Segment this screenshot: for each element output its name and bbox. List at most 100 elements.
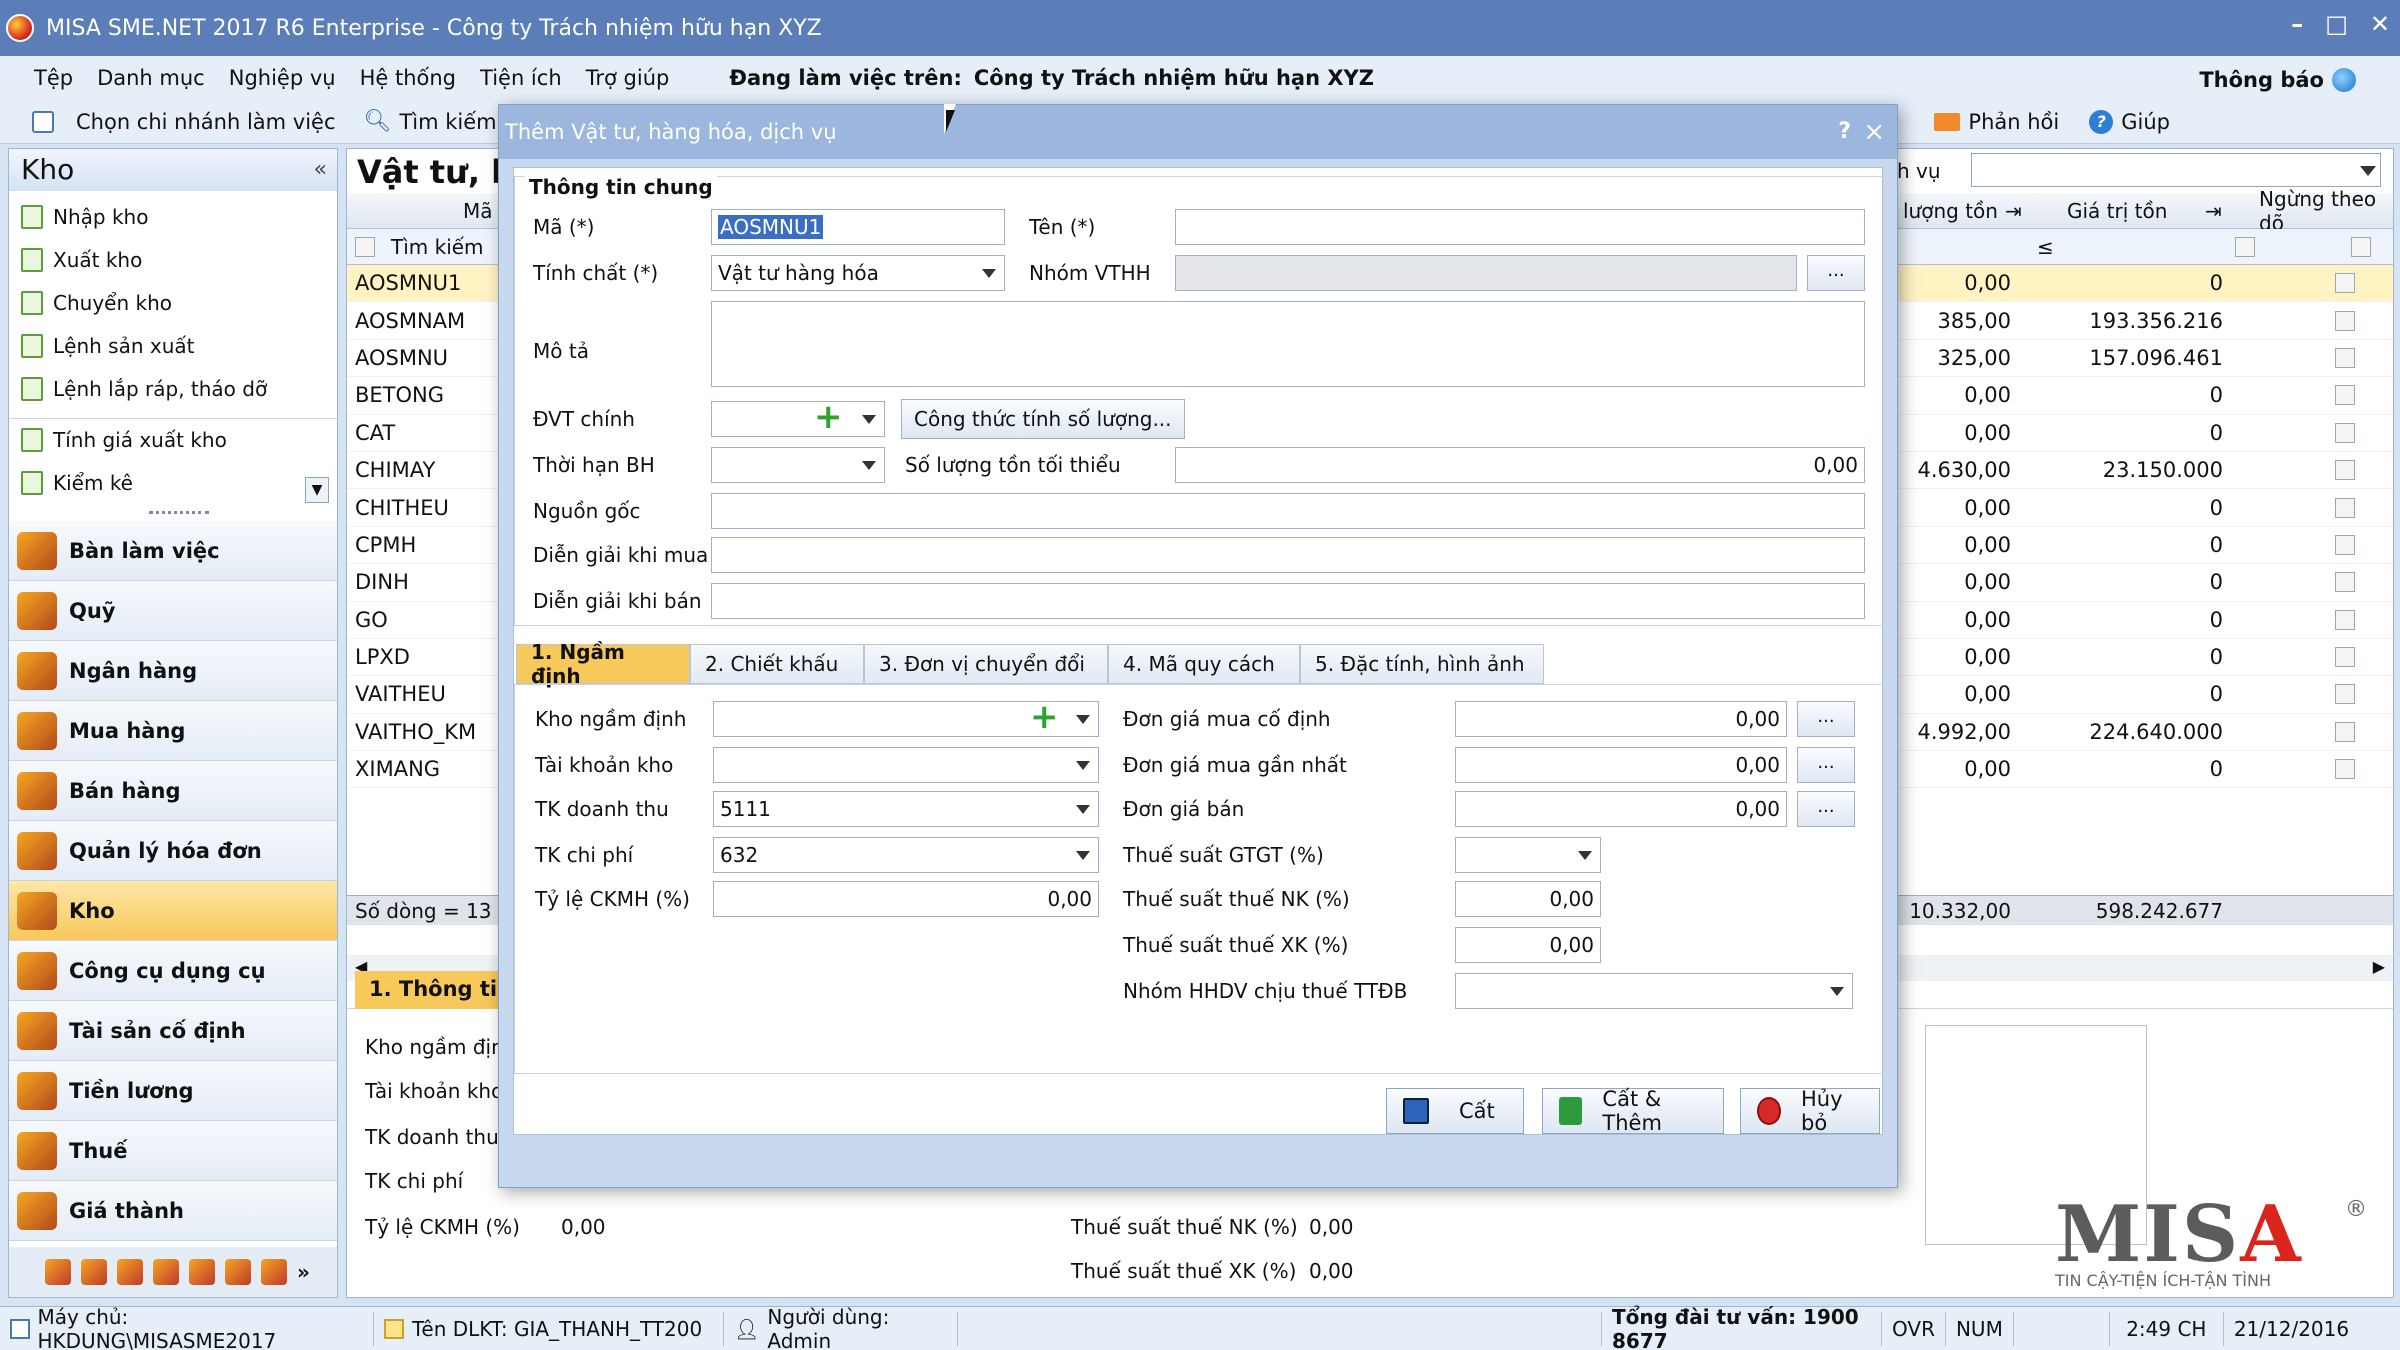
last-price-input[interactable]: 0,00 xyxy=(1455,747,1787,783)
menu-operations[interactable]: Nghiệp vụ xyxy=(217,66,348,90)
min-stock-input[interactable]: 0,00 xyxy=(1175,447,1865,483)
stop-tracking-checkbox[interactable] xyxy=(2335,572,2355,593)
le-filter[interactable]: ≤ xyxy=(2037,229,2054,264)
add-icon[interactable]: + xyxy=(814,400,843,434)
chevron-down-icon[interactable] xyxy=(1068,702,1098,736)
buy-description-input[interactable] xyxy=(711,537,1865,573)
origin-input[interactable] xyxy=(711,493,1865,529)
module-tai-san-co-dinh[interactable]: Tài sản cố định xyxy=(9,1001,337,1061)
module-ngan-hang[interactable]: Ngân hàng xyxy=(9,641,337,701)
expense-account-select[interactable]: 632 xyxy=(713,837,1099,873)
sub-item-tinh-gia[interactable]: Tính giá xuất kho xyxy=(9,418,337,461)
sub-item-lenh-lap-rap[interactable]: Lệnh lắp ráp, tháo dỡ xyxy=(9,367,337,410)
cancel-button[interactable]: Hủy bỏ xyxy=(1740,1087,1880,1135)
module-mua-hang[interactable]: Mua hàng xyxy=(9,701,337,761)
stop-tracking-checkbox[interactable] xyxy=(2335,759,2355,780)
stop-tracking-checkbox[interactable] xyxy=(2335,310,2355,331)
menu-utilities[interactable]: Tiện ích xyxy=(468,66,574,90)
sub-item-chuyen-kho[interactable]: Chuyển kho xyxy=(9,281,337,324)
stop-tracking-checkbox[interactable] xyxy=(2335,647,2355,668)
filter-checkbox[interactable] xyxy=(2351,236,2371,257)
filter-select[interactable] xyxy=(1971,153,2381,187)
help-icon[interactable]: ? xyxy=(1838,105,1851,159)
shortcut-icon[interactable] xyxy=(261,1259,287,1285)
name-input[interactable] xyxy=(1175,209,1865,245)
group-browse-button[interactable]: ... xyxy=(1807,255,1865,291)
stock-account-select[interactable] xyxy=(713,747,1099,783)
vat-select[interactable] xyxy=(1455,837,1601,873)
import-tax-input[interactable]: 0,00 xyxy=(1455,881,1601,917)
chevron-down-icon[interactable] xyxy=(1068,838,1098,872)
warranty-select[interactable] xyxy=(711,447,885,483)
stop-tracking-checkbox[interactable] xyxy=(2335,609,2355,630)
revenue-account-select[interactable]: 5111 xyxy=(713,791,1099,827)
minimize-icon[interactable]: – xyxy=(2291,10,2303,38)
warehouse-select[interactable]: + xyxy=(713,700,1099,737)
column-stop[interactable]: Ngừng theo dõ xyxy=(2259,187,2393,235)
sub-item-lenh-san-xuat[interactable]: Lệnh sản xuất xyxy=(9,324,337,367)
chevron-right-icon[interactable]: » xyxy=(297,1260,310,1284)
notification-button[interactable]: Thông báo xyxy=(2199,68,2356,92)
stop-tracking-checkbox[interactable] xyxy=(2335,385,2355,406)
maximize-icon[interactable]: □ xyxy=(2325,10,2348,38)
shortcut-icon[interactable] xyxy=(225,1259,251,1285)
module-kho[interactable]: Kho xyxy=(9,881,337,941)
description-input[interactable] xyxy=(711,301,1865,387)
tab-defaults[interactable]: 1. Ngầm định xyxy=(516,640,690,688)
stop-tracking-checkbox[interactable] xyxy=(2335,273,2355,294)
module-thue[interactable]: Thuế xyxy=(9,1121,337,1181)
last-price-browse-button[interactable]: ... xyxy=(1797,747,1855,783)
tab-discount[interactable]: 2. Chiết khấu xyxy=(690,644,864,684)
add-icon[interactable]: + xyxy=(1030,700,1059,734)
fixed-price-browse-button[interactable]: ... xyxy=(1797,701,1855,737)
close-icon[interactable]: × xyxy=(1863,105,1885,159)
code-input[interactable]: AOSMNU1 xyxy=(711,209,1005,245)
menu-system[interactable]: Hệ thống xyxy=(348,66,468,90)
chevron-down-icon[interactable]: ▼ xyxy=(305,477,329,503)
splitter-grip[interactable] xyxy=(149,511,209,514)
chevron-down-icon[interactable] xyxy=(854,402,884,436)
nature-select[interactable]: Vật tư hàng hóa xyxy=(711,255,1005,291)
module-cong-cu-dung-cu[interactable]: Công cụ dụng cụ xyxy=(9,941,337,1001)
menu-help[interactable]: Trợ giúp xyxy=(574,66,682,90)
module-quy[interactable]: Quỹ xyxy=(9,581,337,641)
tab-attributes-image[interactable]: 5. Đặc tính, hình ảnh xyxy=(1300,644,1544,684)
stop-tracking-checkbox[interactable] xyxy=(2335,684,2355,705)
menu-catalog[interactable]: Danh mục xyxy=(85,66,217,90)
stop-tracking-checkbox[interactable] xyxy=(2335,422,2355,443)
stop-tracking-checkbox[interactable] xyxy=(2335,497,2355,518)
tab-unit-conversion[interactable]: 3. Đơn vị chuyển đổi xyxy=(864,644,1108,684)
column-code[interactable]: Mã xyxy=(463,193,493,228)
feedback-button[interactable]: Phản hồi xyxy=(1934,110,2059,134)
chevron-down-icon[interactable] xyxy=(1570,838,1600,872)
chevron-down-icon[interactable] xyxy=(974,256,1004,290)
tab-detail-info[interactable]: 1. Thông tin xyxy=(355,971,515,1009)
save-and-add-button[interactable]: Cất & Thêm xyxy=(1542,1087,1724,1135)
sale-price-input[interactable]: 0,00 xyxy=(1455,791,1787,827)
sub-item-xuat-kho[interactable]: Xuất kho xyxy=(9,238,337,281)
chevron-down-icon[interactable] xyxy=(854,448,884,482)
sell-description-input[interactable] xyxy=(711,583,1865,619)
tab-spec-code[interactable]: 4. Mã quy cách xyxy=(1108,644,1300,684)
pin-icon[interactable]: ⇥ xyxy=(2205,193,2222,228)
shortcut-icon[interactable] xyxy=(45,1259,71,1285)
stop-tracking-checkbox[interactable] xyxy=(2335,534,2355,555)
chevron-down-icon[interactable] xyxy=(1822,974,1852,1008)
chevron-down-icon[interactable] xyxy=(1068,748,1098,782)
select-branch-button[interactable]: Chọn chi nhánh làm việc xyxy=(18,110,350,134)
quantity-formula-button[interactable]: Công thức tính số lượng... xyxy=(901,399,1185,439)
ttdb-group-select[interactable] xyxy=(1455,973,1853,1009)
pin-icon[interactable]: ⇥ xyxy=(2005,193,2022,228)
sub-item-nhap-kho[interactable]: Nhập kho xyxy=(9,195,337,238)
export-tax-input[interactable]: 0,00 xyxy=(1455,927,1601,963)
stop-tracking-checkbox[interactable] xyxy=(2335,347,2355,368)
fixed-price-input[interactable]: 0,00 xyxy=(1455,701,1787,737)
shortcut-icon[interactable] xyxy=(189,1259,215,1285)
menu-file[interactable]: Tệp xyxy=(22,66,85,90)
shortcut-icon[interactable] xyxy=(153,1259,179,1285)
module-ban-hang[interactable]: Bán hàng xyxy=(9,761,337,821)
module-ban-lam-viec[interactable]: Bàn làm việc xyxy=(9,521,337,581)
help-button[interactable]: ? Giúp xyxy=(2089,110,2170,134)
chevron-down-icon[interactable] xyxy=(1068,792,1098,826)
save-button[interactable]: Cất xyxy=(1386,1088,1524,1134)
